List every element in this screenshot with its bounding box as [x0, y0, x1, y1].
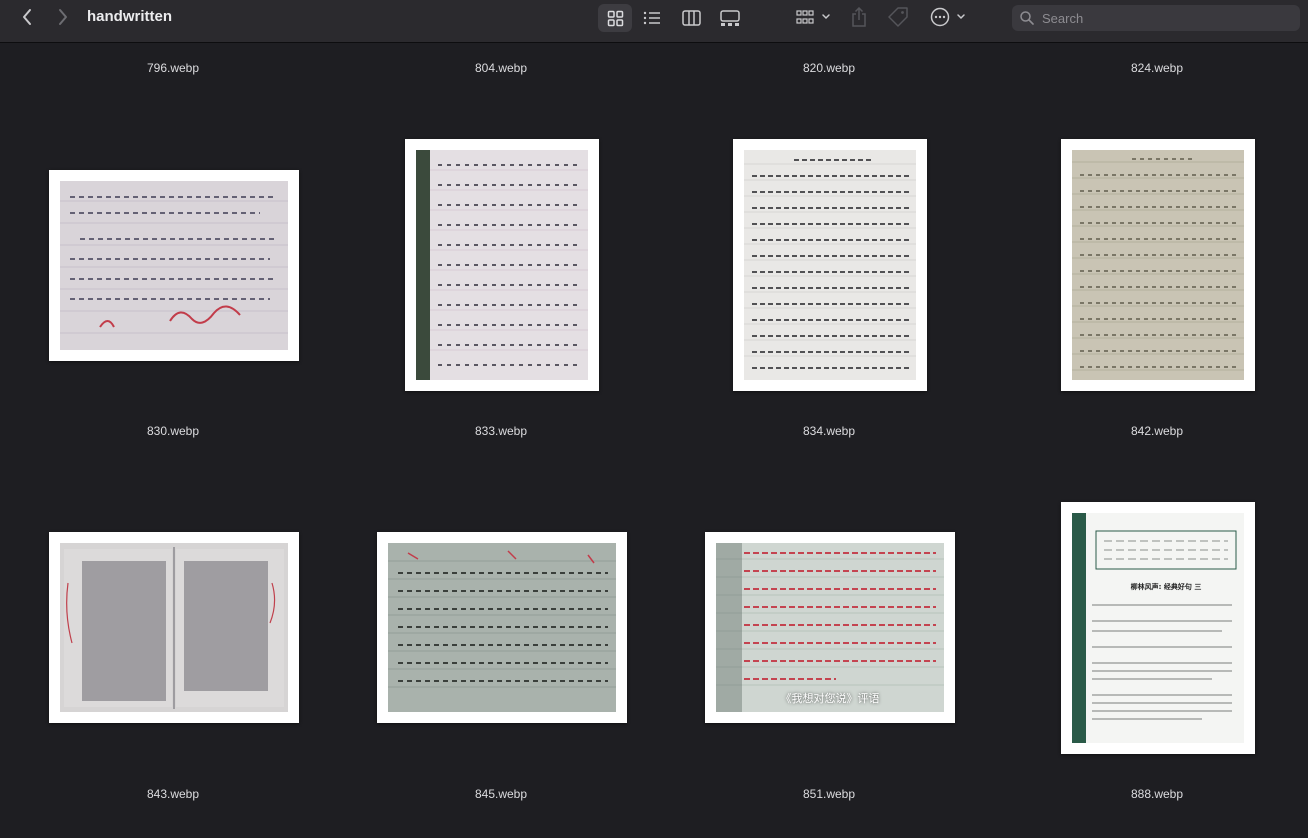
- thumbnail-image: [60, 181, 288, 350]
- file-name: 843.webp: [146, 787, 200, 801]
- icon-view-button[interactable]: [598, 4, 632, 32]
- thumbnail-image: [1072, 150, 1244, 380]
- grid-icon: [607, 10, 623, 26]
- columns-icon: [681, 10, 701, 26]
- thumbnail-caption: 《我想对您说》评语: [780, 692, 880, 705]
- gallery-icon: [720, 9, 740, 26]
- file-name: 851.webp: [802, 787, 856, 801]
- more-icon: [930, 7, 965, 27]
- file-thumbnail[interactable]: 《我想对您说》评语: [705, 532, 955, 723]
- gallery-view-button[interactable]: [713, 4, 747, 32]
- file-name: 830.webp: [146, 424, 200, 438]
- tag-button[interactable]: [886, 6, 910, 28]
- thumbnail-image: [744, 150, 916, 380]
- file-name: 796.webp: [146, 61, 200, 75]
- file-thumbnail[interactable]: [49, 170, 299, 361]
- more-actions-button[interactable]: [928, 6, 968, 28]
- group-button[interactable]: [792, 6, 834, 28]
- chevron-right-icon: [59, 9, 67, 25]
- tag-icon: [888, 7, 908, 27]
- file-name: 842.webp: [1130, 424, 1184, 438]
- thumbnail-caption: 柳林风声: 经典好句 三: [1130, 583, 1202, 591]
- file-thumbnail[interactable]: [733, 139, 927, 391]
- file-thumbnail[interactable]: [1061, 139, 1255, 391]
- file-name: 888.webp: [1130, 787, 1184, 801]
- column-view-button[interactable]: [674, 4, 708, 32]
- share-icon: [852, 7, 866, 27]
- file-thumbnail[interactable]: [377, 532, 627, 723]
- list-icon: [643, 11, 660, 25]
- list-view-button[interactable]: [635, 4, 669, 32]
- group-icon: [796, 10, 830, 24]
- file-grid: 796.webp 804.webp 820.webp 824.webp 830.…: [0, 44, 1308, 838]
- file-thumbnail[interactable]: [405, 139, 599, 391]
- thumbnail-image: [388, 543, 616, 712]
- file-name: 824.webp: [1130, 61, 1184, 75]
- file-name: 804.webp: [474, 61, 528, 75]
- file-name: 834.webp: [802, 424, 856, 438]
- search-icon: [1020, 11, 1034, 25]
- file-name: 833.webp: [474, 424, 528, 438]
- file-thumbnail[interactable]: [49, 532, 299, 723]
- thumbnail-image: 柳林风声: 经典好句 三: [1072, 513, 1244, 743]
- thumbnail-image: 《我想对您说》评语: [716, 543, 944, 712]
- search-field[interactable]: [1012, 5, 1300, 31]
- file-name: 820.webp: [802, 61, 856, 75]
- toolbar: handwritten: [0, 0, 1308, 43]
- thumbnail-image: [416, 150, 588, 380]
- file-thumbnail[interactable]: 柳林风声: 经典好句 三: [1061, 502, 1255, 754]
- window-title: handwritten: [87, 8, 172, 25]
- file-name: 845.webp: [474, 787, 528, 801]
- share-button[interactable]: [848, 5, 870, 29]
- forward-button[interactable]: [50, 6, 76, 28]
- chevron-left-icon: [23, 9, 31, 25]
- thumbnail-image: [60, 543, 288, 712]
- back-button[interactable]: [14, 6, 40, 28]
- search-input[interactable]: [1040, 9, 1284, 27]
